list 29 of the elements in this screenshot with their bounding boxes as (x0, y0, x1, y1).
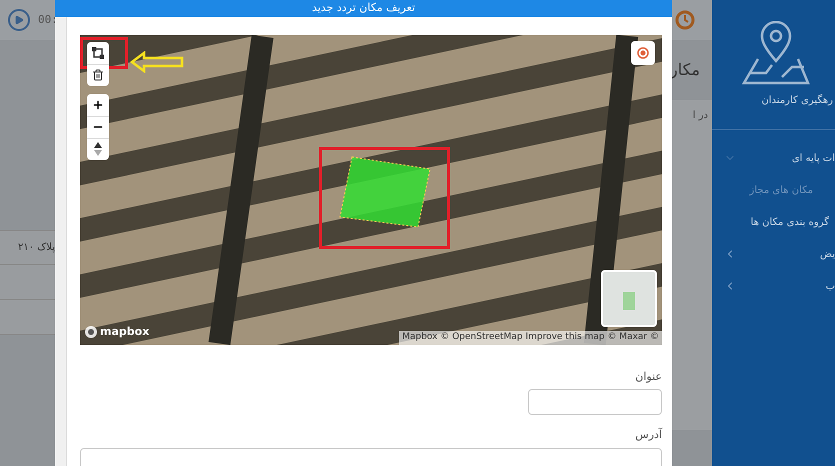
page-title: مکار (670, 59, 700, 81)
drawn-polygon[interactable] (338, 154, 432, 228)
title-input-field[interactable] (528, 389, 662, 415)
locate-button[interactable] (631, 40, 655, 64)
logo-icon (674, 9, 696, 31)
field-label: آدرس (635, 427, 662, 443)
mapbox-logo-icon (84, 325, 98, 340)
map[interactable]: mapbox Mapbox © OpenStreetMap Improve this map © Maxar © (80, 34, 662, 344)
table-cell-text: پلاک ۲۱۰ (18, 241, 55, 255)
plus-icon (92, 98, 104, 110)
target-icon (637, 46, 649, 58)
sidebar-item[interactable]: ات پایه ای (712, 142, 835, 174)
time-label: 00: (38, 12, 58, 28)
compass-icon (94, 142, 102, 156)
card-text: در ا (692, 109, 708, 123)
map-attribution[interactable]: Mapbox © OpenStreetMap Improve this map © Maxar © (399, 331, 662, 344)
mapbox-logo: mapbox (100, 324, 150, 340)
trash-icon (92, 69, 104, 81)
play-button[interactable] (8, 9, 30, 31)
brand-title: رهگیری کارمندان (761, 93, 834, 108)
play-icon (14, 15, 24, 25)
scrollbar[interactable] (55, 16, 67, 466)
sidebar-item[interactable]: ب (712, 270, 835, 302)
arrow-icon (130, 50, 184, 72)
sidebar-item[interactable]: یض (712, 238, 835, 270)
dialog-title: تعریف مکان تردد جدید (312, 0, 416, 16)
sidebar-item[interactable]: گروه بندی مکان ها (712, 206, 835, 238)
polygon-icon (92, 46, 104, 58)
field-label: عنوان (635, 368, 662, 385)
